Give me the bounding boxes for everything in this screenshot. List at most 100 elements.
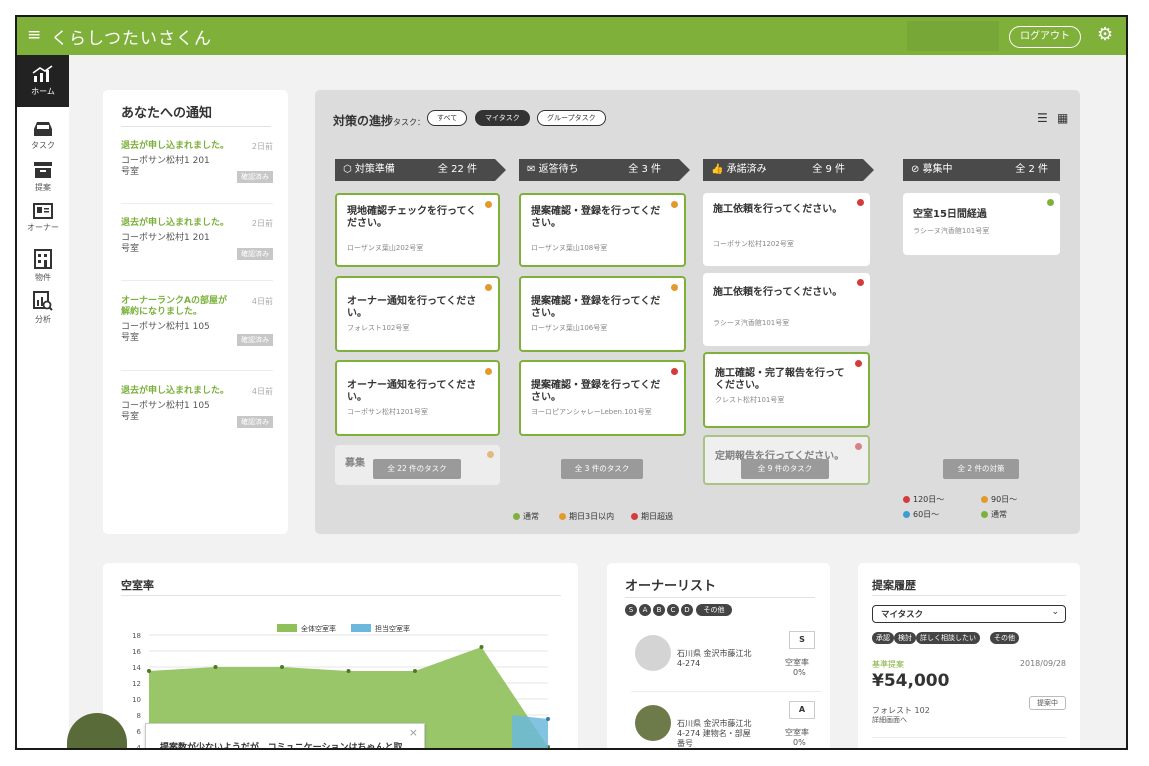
column-header-waiting: ✉ 返答待ち 全 3 件 [519, 159, 690, 181]
data-point[interactable] [546, 717, 550, 721]
logout-button[interactable]: ログアウト [1009, 26, 1081, 48]
series-area-assigned [512, 715, 548, 748]
proposal-item[interactable]: 基準提案 2018/09/28 ¥54,000 提案中 フォレスト 102 詳細… [872, 659, 1066, 748]
filter-group-tasks[interactable]: グループタスク [537, 110, 606, 126]
task-card[interactable]: 現地確認チェックを行ってください。 ローザンヌ葉山202号室 [335, 193, 500, 267]
notification-time: 4日前 [251, 387, 273, 396]
task-title: オーナー通知を行ってください。 [347, 296, 477, 319]
chevron-down-icon: ⌄ [1051, 607, 1059, 617]
progress-board: 対策の進捗タスク： すべて マイタスク グループタスク ☰ ▦ ⬡ 対策準備 全… [315, 90, 1080, 534]
task-property: ラシーヌ汽香館101号室 [713, 319, 790, 327]
divider [631, 691, 821, 692]
task-card[interactable]: 空室15日間経過 ラシーヌ汽香館101号室 [903, 193, 1060, 255]
box-icon [34, 162, 52, 178]
y-tick-label: 4 [137, 744, 142, 750]
legend-item: 通常 [981, 509, 1007, 520]
filter-tag-consider[interactable]: 検討 [894, 632, 916, 644]
filter-my-tasks[interactable]: マイタスク [475, 110, 530, 126]
task-card[interactable]: オーナー通知を行ってください。 フォレスト102号室 [335, 276, 500, 352]
status-dot [671, 201, 678, 208]
show-all-measures-button[interactable]: 全 2 件の対策 [943, 459, 1019, 479]
task-card[interactable]: 施工確認・完了報告を行ってください。 クレスト松村101号室 [703, 352, 870, 428]
rank-filter-s[interactable]: S [625, 604, 637, 616]
sidebar-item-proposal[interactable]: 提案 [17, 161, 69, 193]
status-dot [485, 201, 492, 208]
task-card[interactable]: 施工依頼を行ってください。 ラシーヌ汽香館101号室 [703, 273, 870, 346]
grid-view-icon[interactable]: ▦ [1057, 111, 1068, 125]
app-window: ≡ くらしつたいさくん ログアウト ⚙ ホーム タスク 提案 オーナー 物件 分 [15, 15, 1128, 750]
sidebar-item-label: 分析 [35, 315, 51, 324]
data-point[interactable] [346, 669, 351, 673]
legend-item: 90日〜 [981, 494, 1017, 505]
gear-icon[interactable]: ⚙ [1097, 24, 1113, 45]
divider [121, 126, 271, 127]
task-card[interactable]: オーナー通知を行ってください。 コーポサン松村1201号室 [335, 360, 500, 436]
y-tick-label: 6 [137, 728, 142, 736]
proposal-type: 基準提案 [872, 660, 904, 669]
notification-item[interactable]: 退去が申し込まれました。 4日前 コーポサン松村1 105号室 確認済み [121, 386, 273, 428]
avatar [635, 635, 671, 671]
owner-item[interactable]: 石川県 金沢市藤江北 4-274 S 空室率 0% [607, 625, 830, 687]
status-dot [855, 360, 862, 367]
status-dot [671, 368, 678, 375]
filter-all[interactable]: すべて [427, 110, 468, 126]
sidebar-item-label: タスク [31, 141, 55, 150]
rank-filter-other[interactable]: その他 [696, 604, 732, 616]
task-title: 提案確認・登録を行ってください。 [531, 206, 661, 229]
divider [625, 597, 815, 598]
data-point[interactable] [413, 669, 417, 673]
status-dot [487, 451, 494, 458]
task-card[interactable]: 施工依頼を行ってください。 コーポサン松村1202号室 [703, 193, 870, 266]
menu-icon[interactable]: ≡ [27, 25, 41, 45]
rank-filter-c[interactable]: C [667, 604, 679, 616]
task-select[interactable]: マイタスク ⌄ [872, 605, 1066, 623]
status-badge: 確認済み [237, 416, 273, 428]
divider [121, 280, 273, 281]
status-badge: 確認済み [237, 171, 273, 183]
show-all-tasks-button[interactable]: 全 22 件のタスク [373, 459, 461, 479]
sidebar-item-label: 提案 [35, 183, 51, 192]
task-card[interactable]: 提案確認・登録を行ってください。 ローザンヌ葉山106号室 [519, 276, 686, 352]
select-value: マイタスク [881, 610, 924, 620]
rank-badge: A [789, 701, 815, 719]
legend-item: 120日〜 [903, 494, 944, 505]
notification-item[interactable]: 退去が申し込まれました。 2日前 コーポサン松村1 201号室 確認済み [121, 141, 273, 183]
rank-filter-b[interactable]: B [653, 604, 665, 616]
sidebar-item-label: オーナー [27, 223, 59, 232]
owner-item[interactable]: 石川県 金沢市藤江北 4-274 建物名・部屋番号 A 空室率 0% [607, 695, 830, 748]
notification-item[interactable]: オーナーランクAの部屋が解約になりました。 4日前 コーポサン松村1 105号室… [121, 296, 273, 346]
show-all-tasks-button[interactable]: 全 3 件のタスク [561, 459, 643, 479]
close-icon[interactable]: × [409, 726, 418, 739]
task-property: クレスト松村101号室 [715, 396, 785, 404]
data-point[interactable] [479, 645, 484, 649]
filter-tag-approve[interactable]: 承認 [872, 632, 894, 644]
data-point[interactable] [147, 669, 151, 673]
sidebar-item-task[interactable]: タスク [17, 121, 69, 151]
vacancy-label: 空室率 [785, 658, 809, 667]
detail-link[interactable]: 詳細画面へ [872, 715, 907, 725]
sidebar-item-property[interactable]: 物件 [17, 249, 69, 283]
rank-filter-d[interactable]: D [681, 604, 693, 616]
filter-tag-other[interactable]: その他 [990, 632, 1019, 644]
sidebar-item-home[interactable]: ホーム [17, 55, 69, 107]
sidebar-item-owner[interactable]: オーナー [17, 203, 69, 233]
divider [872, 737, 1066, 738]
notification-item[interactable]: 退去が申し込まれました。 2日前 コーポサン松村1 201号室 確認済み [121, 218, 273, 260]
list-view-icon[interactable]: ☰ [1037, 111, 1048, 125]
task-card[interactable]: 提案確認・登録を行ってください。 ヨーロピアンシャレーLeben.101号室 [519, 360, 686, 436]
notifications-title: あなたへの通知 [121, 106, 213, 121]
task-card[interactable]: 提案確認・登録を行ってください。 ローザンヌ葉山108号室 [519, 193, 686, 267]
notification-time: 2日前 [251, 142, 273, 151]
notification-time: 4日前 [251, 297, 273, 306]
sidebar-item-analysis[interactable]: 分析 [17, 291, 69, 325]
task-title: 空室15日間経過 [913, 209, 987, 220]
filter-tag-consult[interactable]: 詳しく相談したい [916, 632, 980, 644]
rank-filter-a[interactable]: A [639, 604, 651, 616]
data-point[interactable] [213, 665, 218, 669]
y-tick-label: 18 [132, 632, 141, 640]
task-property: コーポサン松村1201号室 [347, 408, 428, 416]
task-title: 提案確認・登録を行ってください。 [531, 296, 661, 319]
data-point[interactable] [280, 665, 284, 669]
show-all-tasks-button[interactable]: 全 9 件のタスク [741, 459, 829, 479]
status-badge: 確認済み [237, 334, 273, 346]
